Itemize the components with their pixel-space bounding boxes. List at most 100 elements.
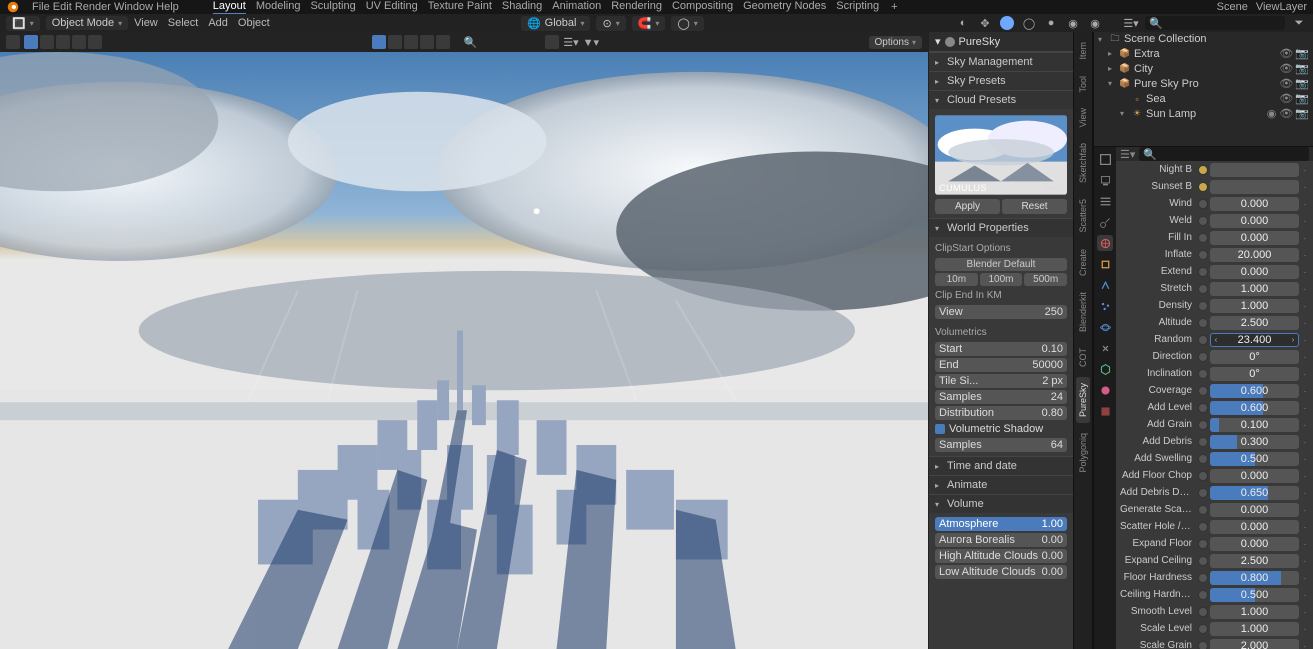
property-menu-icon[interactable]: · — [1301, 437, 1309, 447]
workspace-tab-modeling[interactable]: Modeling — [256, 0, 301, 15]
property-value-field[interactable]: ‹›23.400 — [1210, 333, 1299, 347]
clip-option[interactable]: 500m — [1024, 273, 1067, 286]
tab-scene-icon[interactable] — [1097, 214, 1113, 230]
property-value-field[interactable]: 1.000 — [1210, 605, 1299, 619]
shading-solid-icon[interactable]: ● — [1043, 15, 1059, 31]
property-menu-icon[interactable]: · — [1301, 335, 1309, 345]
vtab-view[interactable]: View — [1076, 102, 1090, 133]
keyframe-dot-icon[interactable] — [1198, 505, 1208, 515]
keyframe-dot-icon[interactable] — [1198, 318, 1208, 328]
keyframe-dot-icon[interactable] — [1198, 403, 1208, 413]
keyframe-dot-icon[interactable] — [1198, 624, 1208, 634]
options-dropdown[interactable]: Options — [869, 36, 922, 49]
shading-rendered-icon[interactable]: ◉ — [1087, 15, 1103, 31]
keyframe-dot-icon[interactable] — [1198, 573, 1208, 583]
clip-option[interactable]: 10m — [935, 273, 978, 286]
tab-constraints-icon[interactable] — [1097, 340, 1113, 356]
property-value-field[interactable]: 0.000 — [1210, 537, 1299, 551]
section-sky-management[interactable]: ▸Sky Management — [929, 52, 1073, 71]
preset-thumbnail[interactable]: CUMULUS #001 — [935, 115, 1067, 195]
select-tool-icon[interactable] — [6, 35, 20, 49]
section-world-properties[interactable]: ▾World Properties — [929, 218, 1073, 237]
add-workspace-button[interactable]: + — [891, 1, 897, 13]
property-menu-icon[interactable]: · — [1301, 267, 1309, 277]
vtab-create[interactable]: Create — [1076, 243, 1090, 282]
menu-object[interactable]: Object — [238, 17, 270, 29]
keyframe-dot-icon[interactable] — [1198, 182, 1208, 192]
property-value-field[interactable]: 0.000 — [1210, 265, 1299, 279]
vol-end-field[interactable]: End50000 — [935, 358, 1067, 372]
section-cloud-presets[interactable]: ▾Cloud Presets — [929, 90, 1073, 109]
property-menu-icon[interactable]: · — [1301, 369, 1309, 379]
property-value-field[interactable]: 0.000 — [1210, 214, 1299, 228]
keyframe-dot-icon[interactable] — [1198, 165, 1208, 175]
keyframe-dot-icon[interactable] — [1198, 250, 1208, 260]
apply-button[interactable]: Apply — [935, 199, 1000, 214]
shading-mode-icon[interactable] — [372, 35, 386, 49]
vol-samples-field[interactable]: Samples24 — [935, 390, 1067, 404]
keyframe-dot-icon[interactable] — [1198, 284, 1208, 294]
keyframe-dot-icon[interactable] — [1198, 216, 1208, 226]
property-value-field[interactable]: 0.000 — [1210, 503, 1299, 517]
property-menu-icon[interactable]: · — [1301, 386, 1309, 396]
tool-icon-4[interactable] — [88, 35, 102, 49]
property-value-field[interactable]: 1.000 — [1210, 622, 1299, 636]
volume-row[interactable]: Atmosphere1.00 — [935, 517, 1067, 531]
property-value-field[interactable]: 2.500 — [1210, 554, 1299, 568]
viz-dropdown[interactable] — [545, 35, 559, 49]
keyframe-dot-icon[interactable] — [1198, 352, 1208, 362]
outliner-item[interactable]: ▸📦City👁📷 — [1094, 61, 1313, 76]
property-menu-icon[interactable]: · — [1301, 250, 1309, 260]
shading-mode-icon-4[interactable] — [420, 35, 434, 49]
shading-matprev-icon[interactable]: ◉ — [1065, 15, 1081, 31]
section-animate[interactable]: ▸Animate — [929, 475, 1073, 494]
property-value-field[interactable]: 0.000 — [1210, 520, 1299, 534]
workspace-tab-compositing[interactable]: Compositing — [672, 0, 733, 15]
vtab-puresky[interactable]: PureSky — [1076, 377, 1090, 423]
tab-viewlayer-icon[interactable] — [1097, 193, 1113, 209]
property-menu-icon[interactable]: · — [1301, 488, 1309, 498]
vtab-tool[interactable]: Tool — [1076, 70, 1090, 99]
outliner-item[interactable]: ▸📦Extra👁📷 — [1094, 46, 1313, 61]
tab-output-icon[interactable] — [1097, 172, 1113, 188]
tab-physics-icon[interactable] — [1097, 319, 1113, 335]
keyframe-dot-icon[interactable] — [1198, 386, 1208, 396]
eye-icon[interactable]: 👁 — [1279, 62, 1293, 75]
filter-dropdown-icon[interactable]: ☰▾ — [563, 36, 578, 49]
eye-icon[interactable]: 👁 — [1279, 92, 1293, 105]
vtab-item[interactable]: Item — [1076, 36, 1090, 66]
property-menu-icon[interactable]: · — [1301, 199, 1309, 209]
property-value-field[interactable]: 0° — [1210, 367, 1299, 381]
property-value-field[interactable]: 0.000 — [1210, 231, 1299, 245]
property-value-field[interactable] — [1210, 163, 1299, 177]
property-value-field[interactable] — [1210, 180, 1299, 194]
workspace-tab-shading[interactable]: Shading — [502, 0, 542, 15]
tab-object-icon[interactable] — [1097, 256, 1113, 272]
proportional-dropdown[interactable]: ◯ — [671, 16, 703, 31]
workspace-tab-geometry-nodes[interactable]: Geometry Nodes — [743, 0, 826, 15]
orientation-dropdown[interactable]: 🌐 Global — [521, 16, 591, 31]
property-value-field[interactable]: 20.000 — [1210, 248, 1299, 262]
tool-icon-3[interactable] — [72, 35, 86, 49]
workspace-tab-sculpting[interactable]: Sculpting — [310, 0, 355, 15]
shading-mode-icon-5[interactable] — [436, 35, 450, 49]
volume-row[interactable]: High Altitude Clouds0.00 — [935, 549, 1067, 563]
vol-shadow-checkbox[interactable]: Volumetric Shadow — [935, 422, 1067, 436]
menu-edit[interactable]: Edit — [53, 1, 72, 13]
property-menu-icon[interactable]: · — [1301, 301, 1309, 311]
property-value-field[interactable]: 0.100 — [1210, 418, 1299, 432]
keyframe-dot-icon[interactable] — [1198, 607, 1208, 617]
vol-start-field[interactable]: Start0.10 — [935, 342, 1067, 356]
outliner-display-dropdown[interactable]: ☰▾ — [1123, 15, 1139, 31]
render-icon[interactable]: 📷 — [1295, 47, 1309, 60]
keyframe-dot-icon[interactable] — [1198, 539, 1208, 549]
shading-wire-icon[interactable]: ◯ — [1021, 15, 1037, 31]
vtab-scatter5[interactable]: Scatter5 — [1076, 193, 1090, 239]
workspace-tab-uv-editing[interactable]: UV Editing — [366, 0, 418, 15]
editor-type-dropdown[interactable]: 🔳 — [6, 16, 40, 31]
property-value-field[interactable]: 0.500 — [1210, 452, 1299, 466]
gizmo-toggle-icon[interactable]: ✥ — [977, 15, 993, 31]
render-icon[interactable]: 📷 — [1295, 107, 1309, 120]
shading-mode-icon-3[interactable] — [404, 35, 418, 49]
viewport-search-icon[interactable]: 🔍 — [464, 36, 478, 49]
